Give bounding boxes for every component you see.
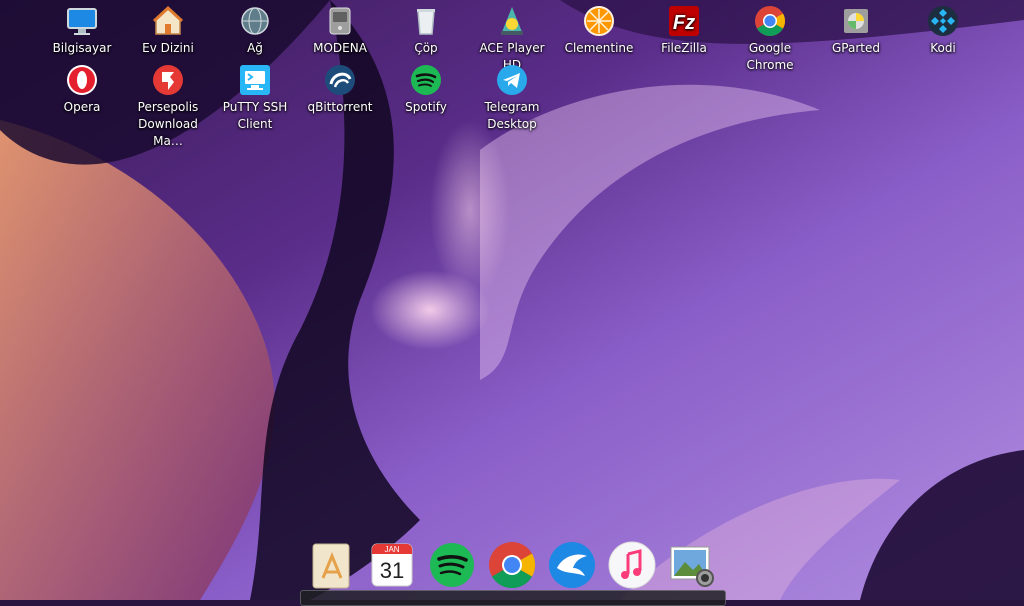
desktop-icon-kodi[interactable]: Kodi (900, 4, 986, 57)
desktop-icon-ev-dizini[interactable]: Ev Dizini (125, 4, 211, 57)
desktop-icon-gparted[interactable]: GParted (813, 4, 899, 57)
icon-label: MODENA (313, 41, 367, 55)
desktop-icon-spotify[interactable]: Spotify (383, 63, 469, 116)
chrome-icon (489, 542, 536, 589)
desktop-icon-persepolis[interactable]: Persepolis Download Ma… (125, 63, 211, 150)
calendar-icon: JAN 31 (371, 543, 413, 587)
icon-label: Google Chrome (746, 41, 794, 72)
desktop-icon-opera[interactable]: Opera (39, 63, 125, 116)
calendar-day: 31 (380, 558, 404, 583)
dock-itunes[interactable] (605, 538, 659, 592)
itunes-icon (608, 541, 656, 589)
computer-icon (65, 4, 99, 38)
icon-label: Opera (63, 100, 101, 114)
network-globe-icon (238, 4, 272, 38)
gparted-icon (839, 4, 873, 38)
icon-label: FileZilla (661, 41, 707, 55)
spotify-icon (409, 63, 443, 97)
icon-label: Telegram Desktop (484, 100, 540, 131)
kodi-icon (926, 4, 960, 38)
qbittorrent-icon (323, 63, 357, 97)
telegram-icon (495, 63, 529, 97)
putty-icon (238, 63, 272, 97)
dock-image-viewer[interactable] (665, 538, 719, 592)
ace-player-icon (495, 4, 529, 38)
icon-label: qBittorrent (307, 100, 373, 114)
icon-label: Kodi (930, 41, 956, 55)
icon-label: GParted (832, 41, 880, 55)
desktop-icon-clementine[interactable]: Clementine (556, 4, 642, 57)
desktop-icon-filezilla[interactable]: Fz FileZilla (641, 4, 727, 57)
chrome-icon (753, 4, 787, 38)
app-store-icon (312, 543, 350, 589)
desktop-icon-modena[interactable]: MODENA (297, 4, 383, 57)
clementine-icon (582, 4, 616, 38)
icon-label: Ağ (247, 41, 263, 55)
desktop-icon-telegram[interactable]: Telegram Desktop (469, 63, 555, 133)
desktop-icon-google-chrome[interactable]: Google Chrome (727, 4, 813, 74)
dock-bar (300, 590, 726, 606)
icon-label: Çöp (414, 41, 438, 55)
desktop-icon-qbittorrent[interactable]: qBittorrent (297, 63, 383, 116)
dock-calendar[interactable]: JAN 31 (365, 538, 419, 592)
svg-text:Fz: Fz (673, 12, 695, 34)
desktop-icon-cop[interactable]: Çöp (383, 4, 469, 57)
icon-label: Ev Dizini (142, 41, 194, 55)
calendar-month: JAN (384, 545, 399, 554)
opera-icon (65, 63, 99, 97)
dock-chrome[interactable] (485, 538, 539, 592)
trash-icon (409, 4, 443, 38)
filezilla-icon: Fz (667, 4, 701, 38)
icon-label: Bilgisayar (52, 41, 112, 55)
dock-eagle-browser[interactable] (545, 538, 599, 592)
icon-label: PuTTY SSH Client (222, 100, 288, 131)
image-viewer-icon (670, 546, 714, 587)
icon-label: Spotify (405, 100, 447, 114)
home-folder-icon (151, 4, 185, 38)
drive-icon (323, 4, 357, 38)
icon-label: Persepolis Download Ma… (137, 100, 199, 148)
dock-app-store[interactable] (305, 538, 359, 592)
eagle-browser-icon (549, 542, 595, 588)
desktop-icon-ag[interactable]: Ağ (212, 4, 298, 57)
icon-label: Clementine (564, 41, 634, 55)
persepolis-icon (151, 63, 185, 97)
spotify-icon (430, 543, 474, 587)
desktop-icon-putty[interactable]: PuTTY SSH Client (212, 63, 298, 133)
dock-spotify[interactable] (425, 538, 479, 592)
desktop-icon-bilgisayar[interactable]: Bilgisayar (39, 4, 125, 57)
